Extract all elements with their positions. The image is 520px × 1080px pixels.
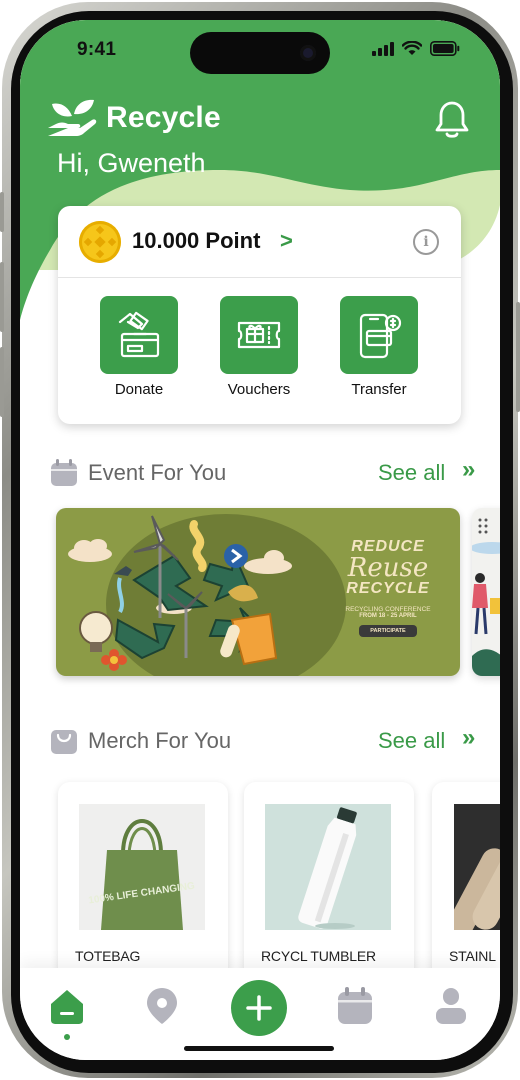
wifi-icon [402,41,422,55]
status-icons [372,41,460,56]
app-screen: 9:41 Recycle Hi, Gweneth 10.000 Point > … [20,20,500,1060]
points-balance: 10.000 Point [132,228,261,253]
greeting-text: Hi, Gweneth [57,148,206,178]
phone-side-button [0,192,4,232]
phone-side-button [0,347,4,417]
recycle-hand-leaf-icon [48,99,97,136]
location-pin-icon[interactable] [142,986,182,1026]
banner-text: REDUCE Reuse RECYCLE RECYCLING CONFERENC… [326,538,450,637]
active-tab-indicator [64,1034,70,1040]
dynamic-island [190,32,330,74]
profile-icon[interactable] [431,986,471,1026]
merch-section-header: Merch For You See all » [50,724,490,760]
banner-line-reuse: Reuse [347,553,429,583]
merch-card-tumbler[interactable]: RCYCL TUMBLER [244,782,414,992]
double-chevron-right-icon[interactable]: » [462,456,476,484]
shopping-bag-icon [51,730,77,754]
chevron-right-icon: > [280,228,293,253]
info-icon[interactable]: i [413,229,439,255]
phone-side-button [0,262,4,332]
donate-button[interactable]: Donate [84,296,194,398]
totebag-image: 100% LIFE CHANGING [79,804,205,930]
banner-dates: FROM 18 - 25 APRIL [359,613,417,619]
banner-conference: RECYCLING CONFERENCE [345,606,431,613]
merch-see-all-link[interactable]: See all [378,728,445,754]
merch-item-name: TOTEBAG [75,948,141,964]
transfer-button[interactable]: Transfer [324,296,434,398]
battery-icon [430,41,460,56]
event-banner[interactable]: REDUCE Reuse RECYCLE RECYCLING CONFERENC… [56,508,460,676]
banner-line-recycle: RECYCLE [346,580,430,597]
camera-icon [300,45,316,61]
vouchers-label: Vouchers [227,381,291,398]
stainless-straw-image [454,804,500,930]
add-icon [246,995,272,1021]
status-bar: 9:41 [20,20,500,80]
vouchers-button[interactable]: Vouchers [204,296,314,398]
signal-icon [372,41,394,56]
home-indicator [184,1046,334,1051]
gift-voucher-icon [220,296,298,374]
merch-card-totebag[interactable]: 100% LIFE CHANGING TOTEBAG [58,782,228,992]
phone-side-button [516,302,520,412]
brand: Recycle [48,98,221,138]
calendar-icon [51,459,77,486]
double-chevron-right-icon[interactable]: » [462,724,476,752]
tumbler-image [265,804,391,930]
add-button[interactable] [231,980,287,1036]
home-icon[interactable] [47,986,87,1026]
donate-label: Donate [114,381,164,398]
event-banner-next[interactable] [472,508,500,676]
transfer-label: Transfer [351,381,407,398]
merch-section-title: Merch For You [88,728,232,753]
points-card: 10.000 Point > i Donate Vouchers Transfe… [58,206,461,424]
points-row[interactable]: 10.000 Point > i [58,206,461,278]
app-title: Recycle [106,101,221,134]
merch-item-name: STAINL [449,948,496,964]
event-section-title: Event For You [88,460,227,485]
participate-button[interactable]: PARTICIPATE [359,625,417,637]
event-see-all-link[interactable]: See all [378,460,445,486]
merch-card-stainless[interactable]: STAINL [432,782,500,992]
donate-hand-card-icon [100,296,178,374]
event-section-header: Event For You See all » [50,456,490,492]
merch-item-name: RCYCL TUMBLER [261,948,376,964]
notification-bell-icon[interactable] [434,100,470,140]
coin-icon [79,221,121,263]
bottom-tab-bar [20,968,500,1060]
calendar-icon[interactable] [335,986,375,1026]
event-illustration-2 [472,518,500,676]
phone-transfer-icon [340,296,418,374]
status-time: 9:41 [77,39,117,60]
